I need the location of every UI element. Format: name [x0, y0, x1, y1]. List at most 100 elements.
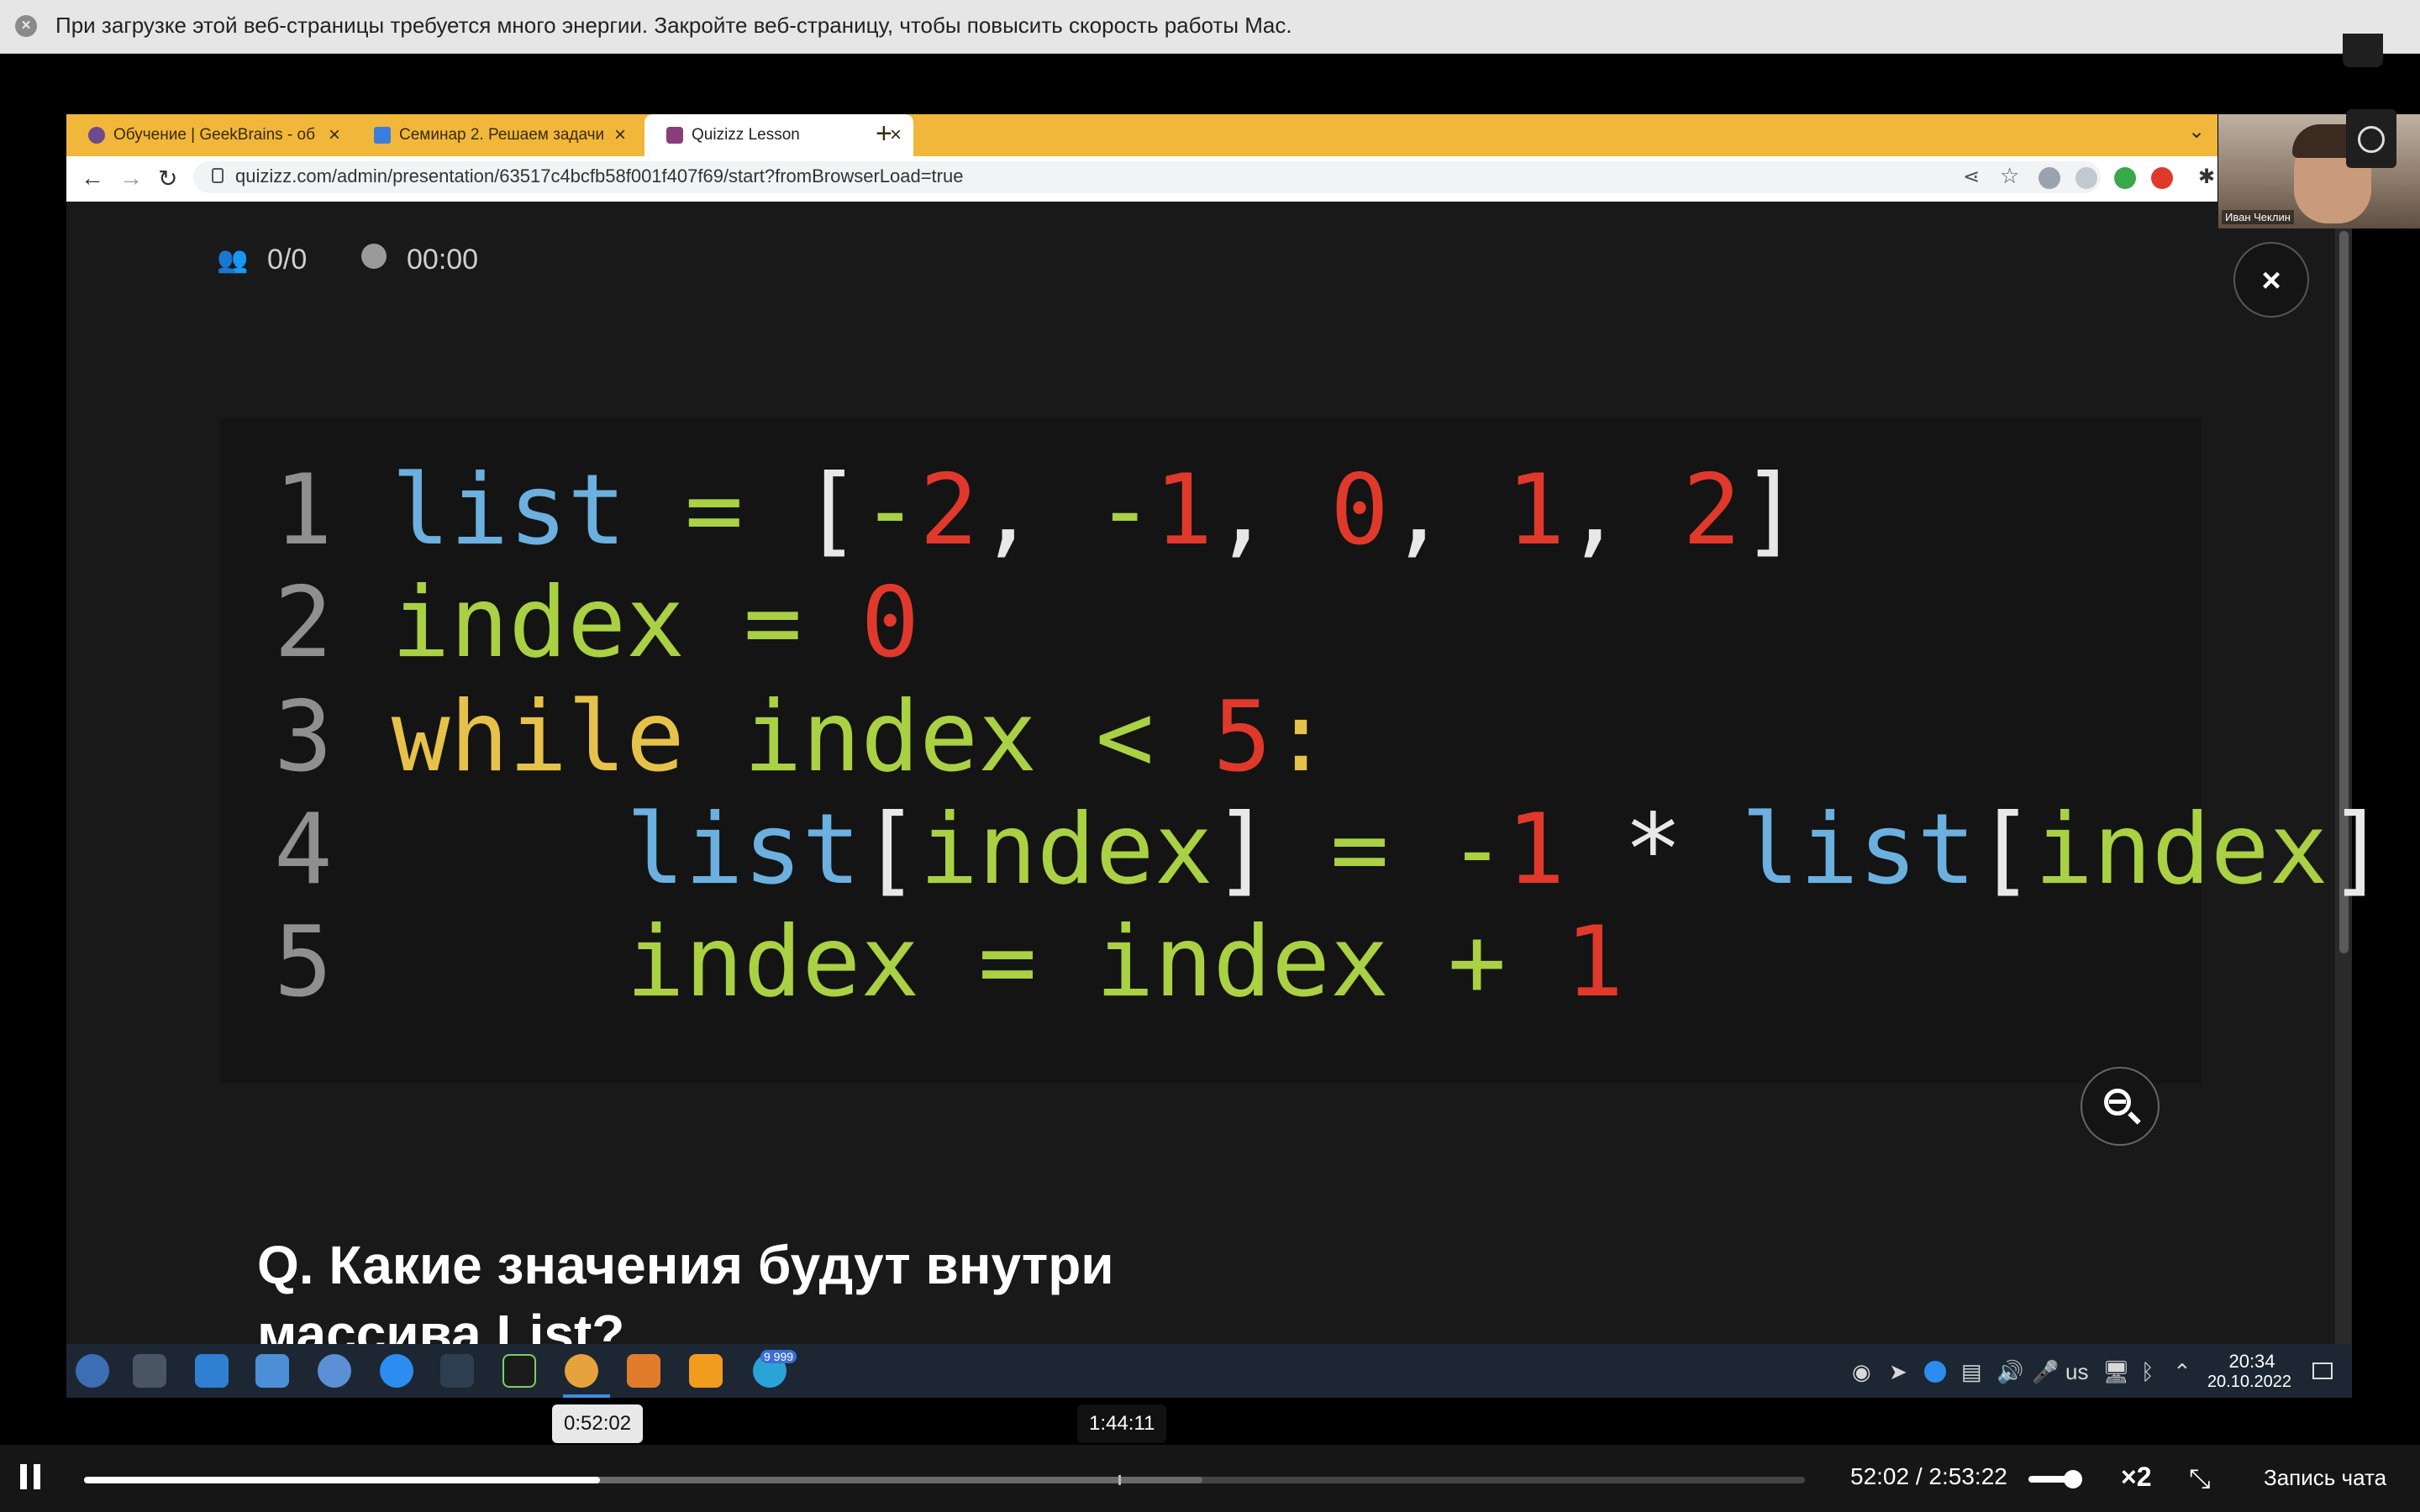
fedora-icon[interactable]: [76, 1354, 109, 1388]
settings-icon[interactable]: [133, 1354, 166, 1388]
code-line: 5 index = index + 1: [274, 904, 1623, 1021]
line-number: 5: [274, 906, 333, 1019]
code-token: [: [1975, 793, 2035, 906]
current-time: 52:02: [1850, 1463, 1910, 1489]
bluetooth-icon[interactable]: ᛒ: [2141, 1359, 2154, 1385]
code-token: =: [1271, 793, 1448, 906]
code-token: 5: [1213, 680, 1272, 794]
reload-button[interactable]: ↻: [158, 165, 177, 192]
chrome-icon[interactable]: [565, 1354, 598, 1388]
pycharm-icon[interactable]: [502, 1354, 536, 1388]
code-token: while: [391, 680, 685, 794]
clock-date[interactable]: 20.10.2022: [2203, 1373, 2296, 1392]
url-text[interactable]: quizizz.com/admin/presentation/63517c4bc…: [235, 165, 963, 187]
code-token: =: [684, 566, 861, 680]
lock-icon[interactable]: [212, 168, 224, 183]
code-token: 1: [1506, 454, 1565, 567]
microphone-icon[interactable]: 🎤: [2032, 1359, 2059, 1385]
chat-record-button[interactable]: Запись чата: [2264, 1465, 2386, 1491]
code-token: index: [626, 906, 920, 1019]
zoom-out-button[interactable]: [2081, 1067, 2160, 1146]
store-icon[interactable]: [195, 1354, 229, 1388]
files-icon[interactable]: [255, 1354, 289, 1388]
notice-text: При загрузке этой веб-страницы требуется…: [55, 13, 1292, 38]
code-token: *: [1565, 793, 1742, 906]
progress-played[interactable]: [84, 1477, 600, 1483]
code-token: ,: [1565, 454, 1683, 567]
clock-icon: [361, 244, 387, 269]
new-tab-button[interactable]: +: [876, 118, 892, 150]
code-token: index: [919, 793, 1213, 906]
keyboard-layout[interactable]: us: [2065, 1359, 2088, 1385]
code-token: list: [391, 454, 627, 567]
timer-button[interactable]: [2346, 109, 2396, 168]
network-icon[interactable]: 🖥: [2102, 1359, 2130, 1385]
git-icon[interactable]: [689, 1354, 723, 1388]
code-token: 1: [1565, 906, 1624, 1019]
code-token: -: [1095, 454, 1155, 567]
browser-tab-bar: Обучение | GeekBrains - об × Семинар 2. …: [66, 114, 2217, 156]
code-line: 4 list[index] = -1 * list[index]: [274, 791, 2386, 909]
close-quiz-button[interactable]: ×: [2233, 242, 2309, 318]
code-token: :: [1271, 680, 1331, 794]
quiz-timer: 00:00: [407, 244, 479, 276]
line-number: 4: [274, 793, 333, 906]
zoom-icon[interactable]: [380, 1354, 413, 1388]
code-token: index: [391, 566, 685, 680]
hover-time-tooltip: 0:52:02: [552, 1404, 644, 1443]
code-line: 3 while index < 5:: [274, 679, 1330, 796]
chrome-icon[interactable]: [318, 1354, 351, 1388]
volume-icon[interactable]: 🔊: [1996, 1359, 2023, 1385]
extension-icon[interactable]: [2075, 167, 2097, 189]
progress-marker: [1118, 1475, 1121, 1485]
tab-label: Обучение | GeekBrains - об: [113, 126, 315, 144]
vscode-icon[interactable]: [440, 1354, 474, 1388]
zoom-tray-icon[interactable]: [1924, 1361, 1946, 1383]
document-icon[interactable]: [627, 1354, 660, 1388]
playback-speed-button[interactable]: ×2: [2121, 1462, 2151, 1493]
tab-geekbrains[interactable]: Обучение | GeekBrains - об ×: [66, 114, 352, 156]
code-token: index: [2034, 793, 2328, 906]
clock-time[interactable]: 20:34: [2218, 1352, 2286, 1371]
collapse-icon[interactable]: ⤡: [2189, 1463, 2211, 1495]
tab-quizizz[interactable]: Quizizz Lesson ×: [644, 114, 913, 156]
code-token: list: [626, 793, 861, 906]
evernote-icon[interactable]: [2114, 167, 2136, 189]
puzzle-icon[interactable]: ✱: [2198, 165, 2215, 189]
code-token: ,: [1389, 454, 1507, 567]
close-circle-icon[interactable]: ×: [15, 15, 37, 37]
participant-name: Иван Чеклин: [2222, 210, 2294, 224]
tab-close-icon[interactable]: ×: [329, 123, 340, 147]
stopwatch-icon: [2358, 126, 2385, 153]
opera-icon[interactable]: [2151, 167, 2173, 189]
show-desktop-icon[interactable]: [2312, 1362, 2333, 1379]
energy-notice-bar: × При загрузке этой веб-страницы требует…: [0, 0, 2420, 54]
code-token: [: [802, 454, 861, 567]
bookmark-star-icon[interactable]: ☆: [2000, 163, 2019, 189]
code-line: 2 index = 0: [274, 564, 919, 682]
tray-expand-icon[interactable]: ⌃: [2173, 1359, 2191, 1385]
code-token: -: [860, 454, 920, 567]
tab-seminar[interactable]: Семинар 2. Решаем задачи ×: [352, 114, 638, 156]
share-icon[interactable]: ⋖: [1963, 165, 1980, 189]
telegram-tray-icon[interactable]: ➤: [1889, 1359, 1907, 1385]
pause-button[interactable]: [20, 1464, 45, 1489]
tab-close-icon[interactable]: ×: [614, 123, 626, 147]
marker-time-tooltip: 1:44:11: [1077, 1404, 1167, 1443]
forward-button[interactable]: →: [119, 165, 143, 192]
quizizz-icon: [666, 127, 683, 144]
code-token: 2: [1682, 454, 1742, 567]
tab-menu-chevron-icon[interactable]: ⌄: [2188, 119, 2205, 144]
volume-knob[interactable]: [2064, 1470, 2082, 1488]
extension-icon[interactable]: [2039, 167, 2060, 189]
tab-label: Quizizz Lesson: [692, 126, 800, 144]
window-corner-button[interactable]: [2343, 34, 2383, 67]
clipboard-icon[interactable]: ▤: [1961, 1359, 1982, 1385]
back-button[interactable]: ←: [81, 165, 104, 192]
screenshot-tray-icon[interactable]: ◉: [1852, 1359, 1871, 1385]
pause-icon: [20, 1464, 27, 1489]
code-token: 0: [860, 566, 920, 680]
